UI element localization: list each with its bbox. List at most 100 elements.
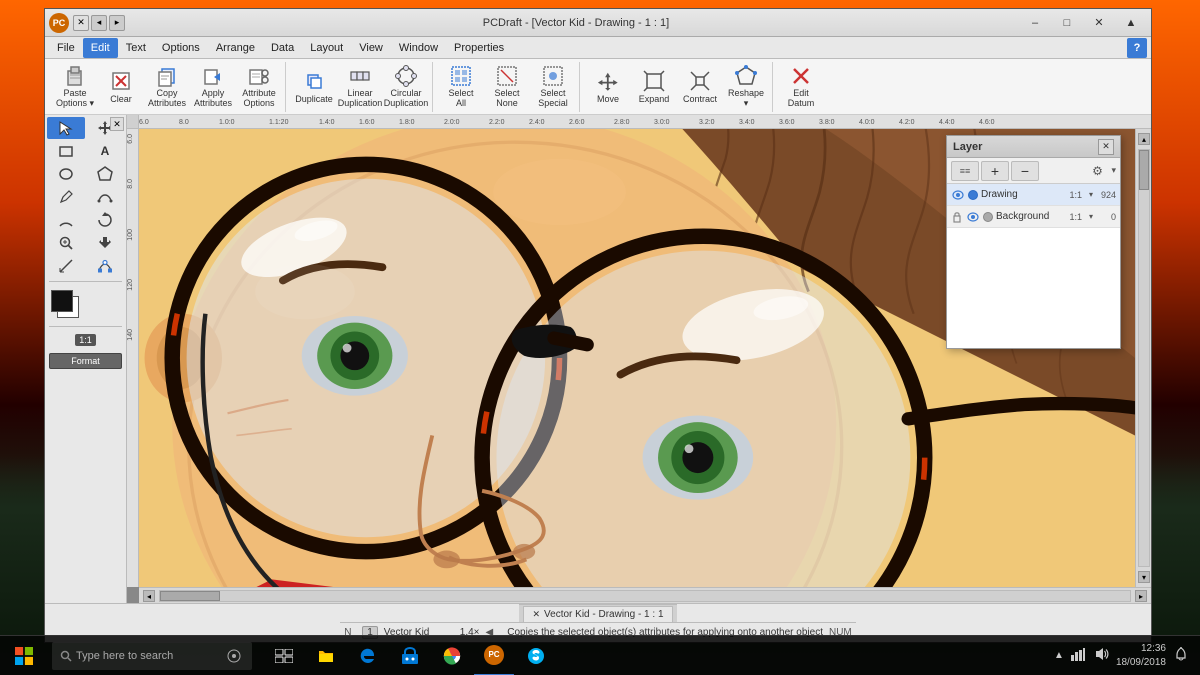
store-button[interactable]	[390, 636, 430, 675]
tool-rect[interactable]	[47, 140, 85, 162]
title-back-btn[interactable]: ◂	[91, 15, 107, 31]
cortana-button[interactable]	[224, 646, 244, 666]
help-arrow-btn[interactable]: ▲	[1115, 9, 1147, 37]
tray-arrow[interactable]: ▲	[1054, 650, 1064, 661]
scroll-v-down[interactable]: ▾	[1138, 571, 1150, 583]
menu-window[interactable]: Window	[391, 38, 446, 58]
volume-icon[interactable]	[1092, 647, 1112, 664]
paste-label: PasteOptions ▾	[56, 89, 94, 109]
toolbar-clipboard-group: PasteOptions ▾ Clear CopyAttributes	[49, 62, 286, 112]
notification-button[interactable]	[1170, 647, 1192, 664]
edit-datum-button[interactable]: EditDatum	[779, 64, 823, 110]
layer-remove-button[interactable]: −	[1011, 161, 1039, 181]
taskbar: Type here to search	[0, 635, 1200, 675]
format-button[interactable]: Format	[49, 353, 122, 369]
layer-lock-background[interactable]	[951, 211, 963, 223]
canvas-area[interactable]: 6.0 8.0 1.0:0 1.1:20 1.4:0 1.6:0 1.8:0 2…	[127, 115, 1151, 603]
expand-button[interactable]: Expand	[632, 64, 676, 110]
chrome-button[interactable]	[432, 636, 472, 675]
clock-display[interactable]: 12:36 18/09/2018	[1116, 642, 1166, 670]
tool-arc[interactable]	[47, 209, 85, 231]
start-button[interactable]	[0, 636, 48, 675]
circular-dup-button[interactable]: CircularDuplication	[384, 64, 428, 110]
tool-pen[interactable]	[47, 186, 85, 208]
skype-button[interactable]	[516, 636, 556, 675]
copy-attributes-button[interactable]: CopyAttributes	[145, 64, 189, 110]
app-window: PC ✕ ◂ ▸ PCDraft - [Vector Kid - Drawing…	[44, 8, 1152, 643]
scroll-h-left[interactable]: ◂	[143, 590, 155, 602]
tool-rotate[interactable]	[86, 209, 124, 231]
tool-zoom[interactable]	[47, 232, 85, 254]
duplicate-button[interactable]: Duplicate	[292, 64, 336, 110]
paste-options-button[interactable]: PasteOptions ▾	[53, 64, 97, 110]
attribute-options-button[interactable]: AttributeOptions	[237, 64, 281, 110]
clear-button[interactable]: Clear	[99, 64, 143, 110]
move-label: Move	[597, 95, 619, 105]
select-all-icon	[449, 65, 473, 87]
tool-select[interactable]	[47, 117, 85, 139]
tool-node[interactable]	[86, 255, 124, 277]
select-none-button[interactable]: SelectNone	[485, 64, 529, 110]
edge-button[interactable]	[348, 636, 388, 675]
reshape-button[interactable]: Reshape ▾	[724, 64, 768, 110]
layer-row-background[interactable]: Background 1:1 ▾ 0	[947, 206, 1120, 228]
menu-text[interactable]: Text	[118, 38, 154, 58]
layer-add-button[interactable]: +	[981, 161, 1009, 181]
network-icon[interactable]	[1068, 647, 1088, 664]
tool-ellipse[interactable]	[47, 163, 85, 185]
menu-file[interactable]: File	[49, 38, 83, 58]
scroll-vertical[interactable]: ▴ ▾	[1135, 129, 1151, 587]
move-button[interactable]: Move	[586, 64, 630, 110]
menu-properties[interactable]: Properties	[446, 38, 512, 58]
close-button[interactable]: ✕	[1083, 9, 1115, 37]
tool-pan[interactable]	[86, 232, 124, 254]
scroll-h-right[interactable]: ▸	[1135, 590, 1147, 602]
menu-options[interactable]: Options	[154, 38, 208, 58]
tool-polygon[interactable]	[86, 163, 124, 185]
scroll-horizontal[interactable]: ◂ ▸	[139, 587, 1151, 603]
apply-attributes-button[interactable]: ApplyAttributes	[191, 64, 235, 110]
menu-layout[interactable]: Layout	[302, 38, 351, 58]
linear-dup-button[interactable]: LinearDuplication	[338, 64, 382, 110]
tool-text[interactable]: A	[86, 140, 124, 162]
tab-close-icon[interactable]: ✕	[532, 609, 540, 620]
menu-view[interactable]: View	[351, 38, 391, 58]
menu-edit[interactable]: Edit	[83, 38, 118, 58]
tool-measure[interactable]	[47, 255, 85, 277]
pcdraft-taskbar-button[interactable]: PC	[474, 636, 514, 675]
select-special-icon	[541, 65, 565, 87]
tools-close-button[interactable]: ✕	[110, 117, 124, 131]
select-all-button[interactable]: SelectAll	[439, 64, 483, 110]
layer-eye-drawing[interactable]	[951, 188, 965, 202]
layer-eye-background[interactable]	[966, 210, 980, 224]
scroll-v-track[interactable]	[1138, 149, 1150, 567]
title-fwd-btn[interactable]: ▸	[109, 15, 125, 31]
minimize-button[interactable]: –	[1019, 9, 1051, 37]
help-button[interactable]: ?	[1127, 38, 1147, 58]
scroll-h-track[interactable]	[159, 590, 1131, 602]
scroll-v-up[interactable]: ▴	[1138, 133, 1150, 145]
clock-time: 12:36	[1116, 642, 1166, 656]
menu-data[interactable]: Data	[263, 38, 302, 58]
layer-close-button[interactable]: ✕	[1098, 139, 1114, 155]
menu-arrange[interactable]: Arrange	[208, 38, 263, 58]
layer-list-view-btn[interactable]: ≡≡	[951, 161, 979, 181]
scroll-h-thumb[interactable]	[160, 591, 220, 601]
layer-color-drawing	[968, 190, 978, 200]
document-tab[interactable]: ✕ Vector Kid - Drawing - 1 : 1	[523, 606, 672, 622]
search-bar[interactable]: Type here to search	[52, 642, 252, 670]
contract-button[interactable]: Contract	[678, 64, 722, 110]
tool-bezier[interactable]	[86, 186, 124, 208]
file-explorer-button[interactable]	[306, 636, 346, 675]
title-close-btn[interactable]: ✕	[73, 15, 89, 31]
layer-row-drawing[interactable]: Drawing 1:1 ▾ 924	[947, 184, 1120, 206]
task-view-button[interactable]	[264, 636, 304, 675]
select-special-button[interactable]: SelectSpecial	[531, 64, 575, 110]
layer-dropdown-arrow[interactable]: ▾	[1111, 165, 1116, 176]
fg-color[interactable]	[51, 290, 73, 312]
scroll-v-thumb[interactable]	[1139, 150, 1149, 190]
layer-chevron-background[interactable]: ▾	[1089, 212, 1093, 221]
layer-chevron-drawing[interactable]: ▾	[1089, 190, 1093, 199]
maximize-button[interactable]: □	[1051, 9, 1083, 37]
layer-gear-button[interactable]: ⚙	[1087, 161, 1107, 181]
